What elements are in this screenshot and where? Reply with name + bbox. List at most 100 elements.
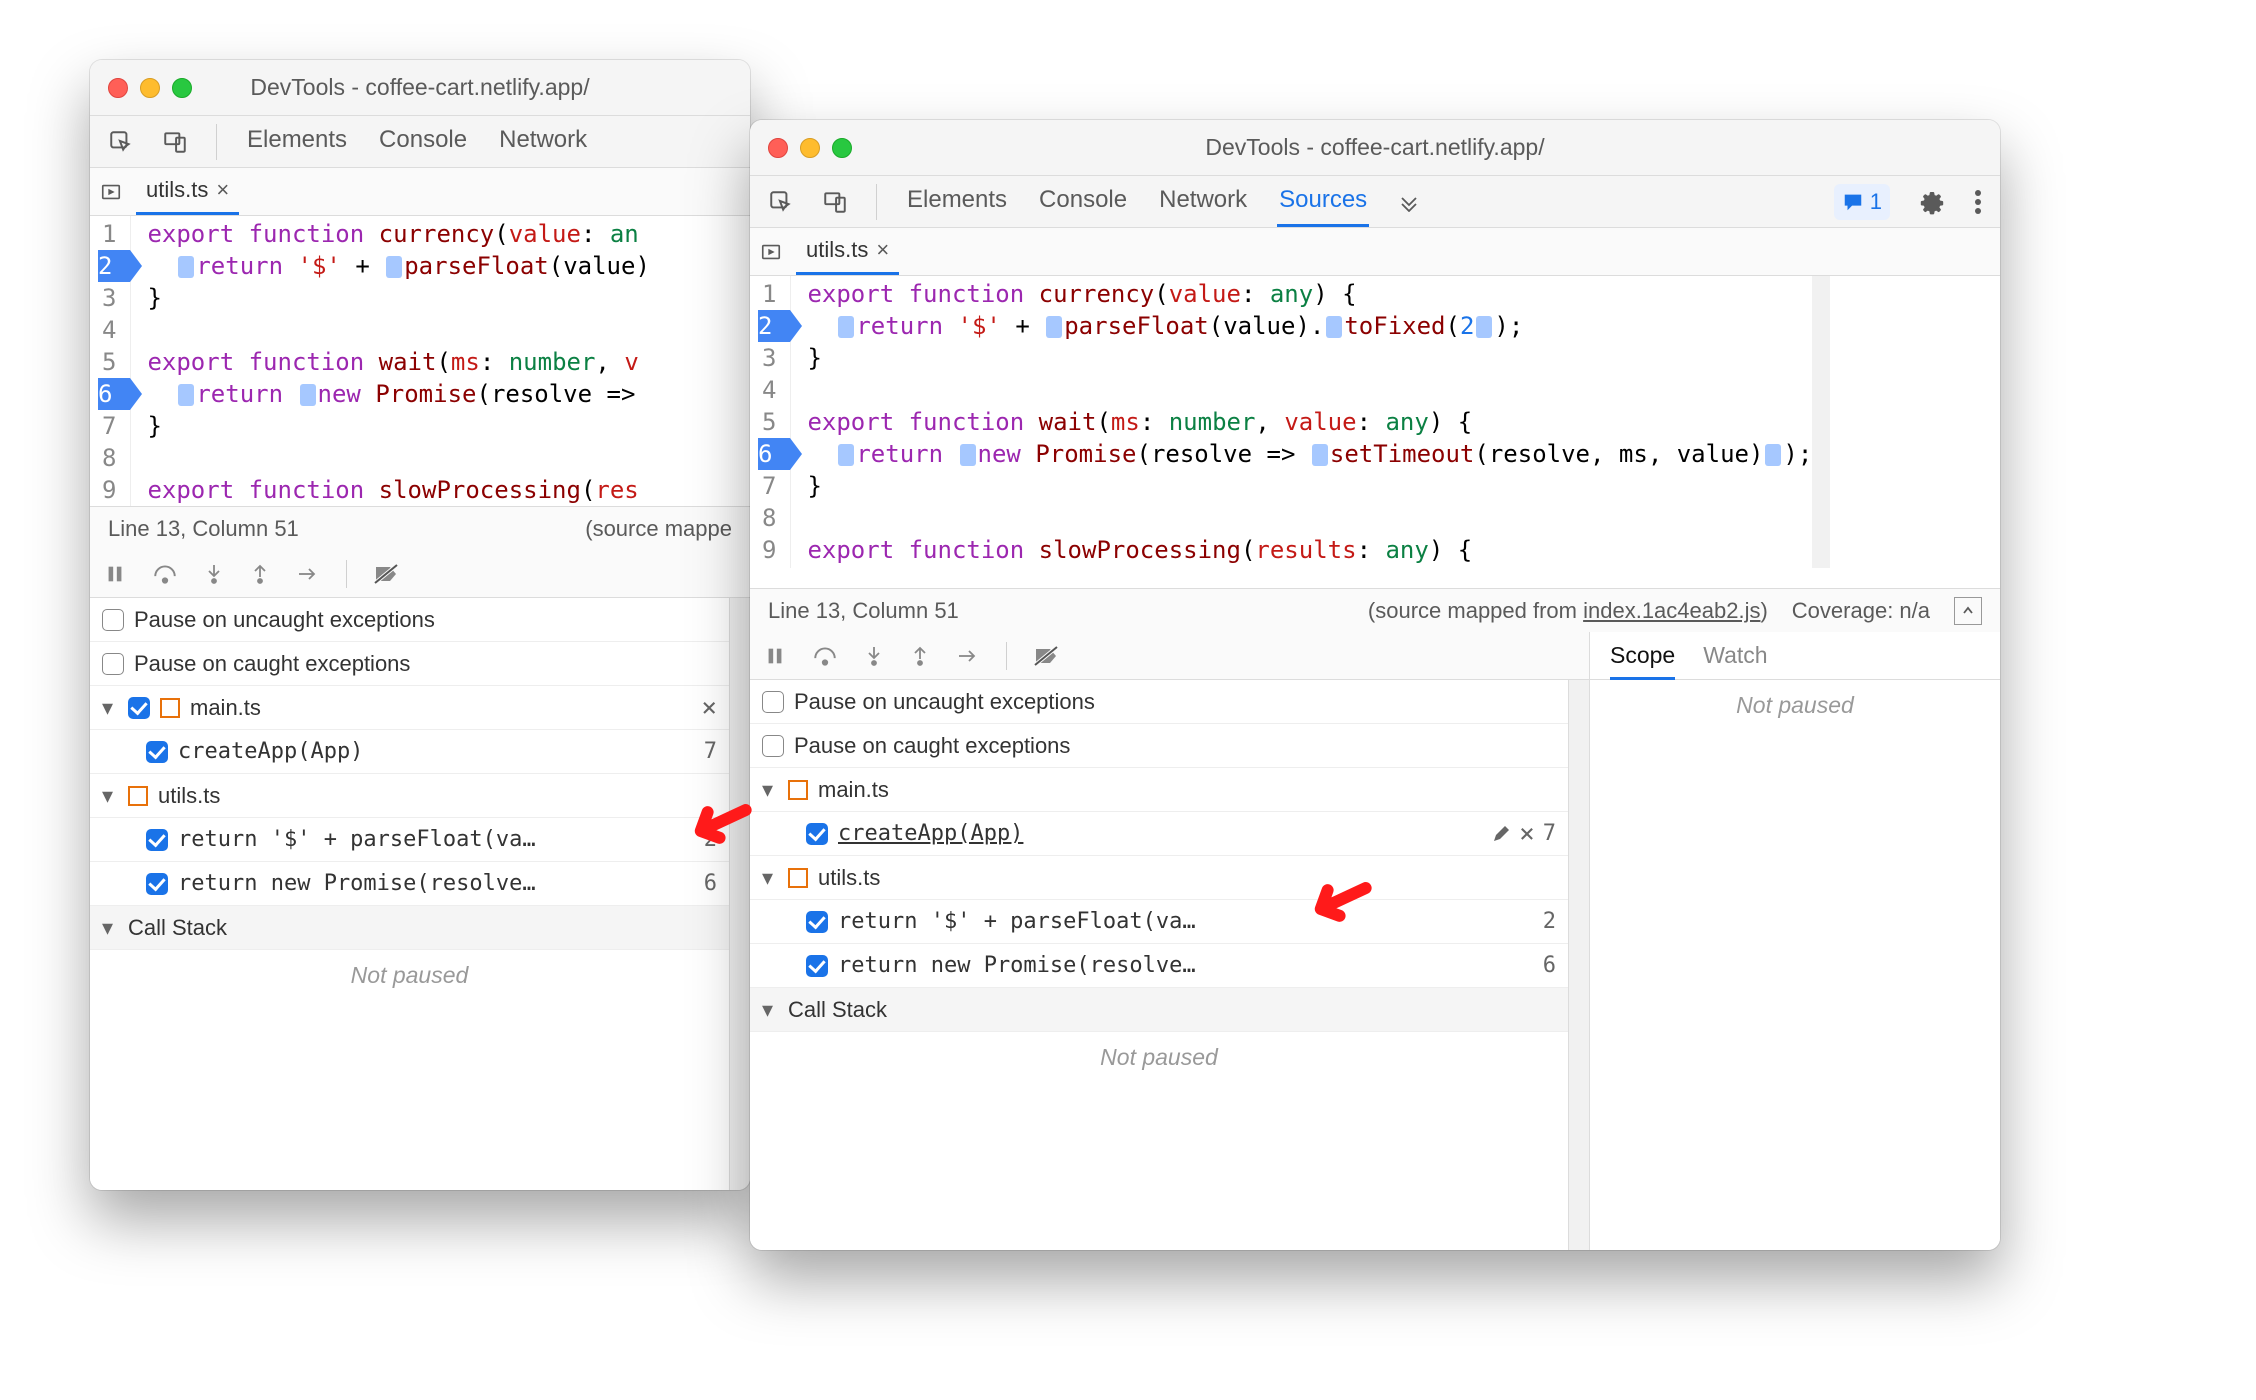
column-breakpoint-icon[interactable]	[838, 444, 854, 466]
checkbox-checked[interactable]	[146, 741, 168, 763]
line-number[interactable]: 5	[758, 406, 776, 438]
edit-icon[interactable]	[1491, 824, 1511, 844]
line-number[interactable]: 7	[98, 410, 116, 442]
chevron-down-icon[interactable]: ▾	[102, 783, 118, 809]
tab-sources[interactable]: Sources	[1277, 176, 1369, 227]
breakpoint-file-main[interactable]: ▾ main.ts	[750, 768, 1568, 812]
tab-elements[interactable]: Elements	[245, 116, 349, 167]
tab-network[interactable]: Network	[497, 116, 589, 167]
tab-scope[interactable]: Scope	[1610, 642, 1675, 680]
chevron-down-icon[interactable]: ▾	[762, 865, 778, 891]
code-content[interactable]: export function currency(value: an retur…	[131, 216, 649, 506]
column-breakpoint-icon[interactable]	[838, 316, 854, 338]
code-editor[interactable]: 1 2 3 4 5 6 7 8 9 export function curren…	[90, 216, 750, 506]
line-number[interactable]: 4	[758, 374, 776, 406]
checkbox-unchecked[interactable]	[102, 609, 124, 631]
remove-breakpoint-icon[interactable]: ×	[1519, 819, 1535, 849]
maximize-window-button[interactable]	[832, 138, 852, 158]
tab-network[interactable]: Network	[1157, 176, 1249, 227]
file-tab-utils[interactable]: utils.ts ×	[136, 168, 239, 215]
checkbox-unchecked[interactable]	[762, 735, 784, 757]
coverage-toggle-icon[interactable]	[1954, 597, 1982, 625]
chevron-down-icon[interactable]: ▾	[102, 695, 118, 721]
breakpoint-item[interactable]: createApp(App) 7	[90, 730, 729, 774]
checkbox-unchecked[interactable]	[102, 653, 124, 675]
kebab-icon[interactable]	[1974, 188, 1982, 216]
pause-caught-row[interactable]: Pause on caught exceptions	[750, 724, 1568, 768]
line-number[interactable]: 8	[98, 442, 116, 474]
line-number-breakpoint[interactable]: 2	[758, 310, 790, 342]
scrollbar[interactable]	[1569, 680, 1589, 1250]
deactivate-breakpoints-icon[interactable]	[1033, 645, 1059, 667]
line-number[interactable]: 9	[758, 534, 776, 566]
gear-icon[interactable]	[1918, 188, 1946, 216]
breakpoint-item[interactable]: return new Promise(resolve… 6	[90, 862, 729, 906]
pause-icon[interactable]	[104, 563, 126, 585]
checkbox-checked[interactable]	[806, 911, 828, 933]
breakpoint-file-utils[interactable]: ▾ utils.ts	[90, 774, 729, 818]
tab-watch[interactable]: Watch	[1703, 642, 1767, 669]
inspect-icon[interactable]	[108, 129, 134, 155]
close-window-button[interactable]	[108, 78, 128, 98]
column-breakpoint-icon[interactable]	[1312, 444, 1328, 466]
chevron-down-icon[interactable]: ▾	[762, 997, 778, 1023]
step-into-icon[interactable]	[204, 563, 224, 585]
file-tab-utils[interactable]: utils.ts ×	[796, 228, 899, 275]
breakpoint-file-main[interactable]: ▾ main.ts ×	[90, 686, 729, 730]
column-breakpoint-icon[interactable]	[1476, 316, 1492, 338]
column-breakpoint-icon[interactable]	[1326, 316, 1342, 338]
minimize-window-button[interactable]	[800, 138, 820, 158]
pause-uncaught-row[interactable]: Pause on uncaught exceptions	[750, 680, 1568, 724]
column-breakpoint-icon[interactable]	[1046, 316, 1062, 338]
checkbox-checked[interactable]	[146, 873, 168, 895]
line-number[interactable]: 3	[758, 342, 776, 374]
close-icon[interactable]: ×	[876, 237, 889, 263]
step-over-icon[interactable]	[812, 645, 838, 667]
inspect-icon[interactable]	[768, 189, 794, 215]
step-over-icon[interactable]	[152, 563, 178, 585]
deactivate-breakpoints-icon[interactable]	[373, 563, 399, 585]
tab-elements[interactable]: Elements	[905, 176, 1009, 227]
call-stack-header[interactable]: ▾ Call Stack	[90, 906, 729, 950]
checkbox-checked[interactable]	[806, 823, 828, 845]
tab-console[interactable]: Console	[377, 116, 469, 167]
breakpoint-item[interactable]: return '$' + parseFloat(va… 2	[90, 818, 729, 862]
scrollbar[interactable]	[730, 598, 750, 1190]
device-toggle-icon[interactable]	[822, 189, 848, 215]
source-map-link[interactable]: index.1ac4eab2.js	[1583, 598, 1760, 623]
pause-icon[interactable]	[764, 645, 786, 667]
line-number[interactable]: 7	[758, 470, 776, 502]
more-tabs-icon[interactable]	[1397, 192, 1421, 212]
step-into-icon[interactable]	[864, 645, 884, 667]
line-number[interactable]: 3	[98, 282, 116, 314]
breakpoint-item[interactable]: return new Promise(resolve… 6	[750, 944, 1568, 988]
chevron-down-icon[interactable]: ▾	[762, 777, 778, 803]
line-number[interactable]: 9	[98, 474, 116, 506]
line-number[interactable]: 8	[758, 502, 776, 534]
maximize-window-button[interactable]	[172, 78, 192, 98]
issues-button[interactable]: 1	[1834, 184, 1890, 220]
line-gutter[interactable]: 1 2 3 4 5 6 7 8 9	[750, 276, 791, 568]
line-number-breakpoint[interactable]: 2	[98, 250, 130, 282]
line-number[interactable]: 1	[98, 218, 116, 250]
remove-breakpoint-icon[interactable]: ×	[701, 693, 717, 723]
scrollbar[interactable]	[1812, 276, 1830, 568]
close-window-button[interactable]	[768, 138, 788, 158]
breakpoint-item[interactable]: return '$' + parseFloat(va… 2	[750, 900, 1568, 944]
column-breakpoint-icon[interactable]	[386, 256, 402, 278]
checkbox-checked[interactable]	[806, 955, 828, 977]
line-gutter[interactable]: 1 2 3 4 5 6 7 8 9	[90, 216, 131, 506]
line-number[interactable]: 5	[98, 346, 116, 378]
code-content[interactable]: export function currency(value: any) { r…	[791, 276, 1812, 568]
column-breakpoint-icon[interactable]	[1765, 444, 1781, 466]
navigator-toggle-icon[interactable]	[760, 241, 782, 263]
pause-caught-row[interactable]: Pause on caught exceptions	[90, 642, 729, 686]
pause-uncaught-row[interactable]: Pause on uncaught exceptions	[90, 598, 729, 642]
step-icon[interactable]	[956, 646, 980, 666]
column-breakpoint-icon[interactable]	[960, 444, 976, 466]
device-toggle-icon[interactable]	[162, 129, 188, 155]
step-out-icon[interactable]	[910, 645, 930, 667]
line-number[interactable]: 1	[758, 278, 776, 310]
chevron-down-icon[interactable]: ▾	[102, 915, 118, 941]
checkbox-checked[interactable]	[146, 829, 168, 851]
